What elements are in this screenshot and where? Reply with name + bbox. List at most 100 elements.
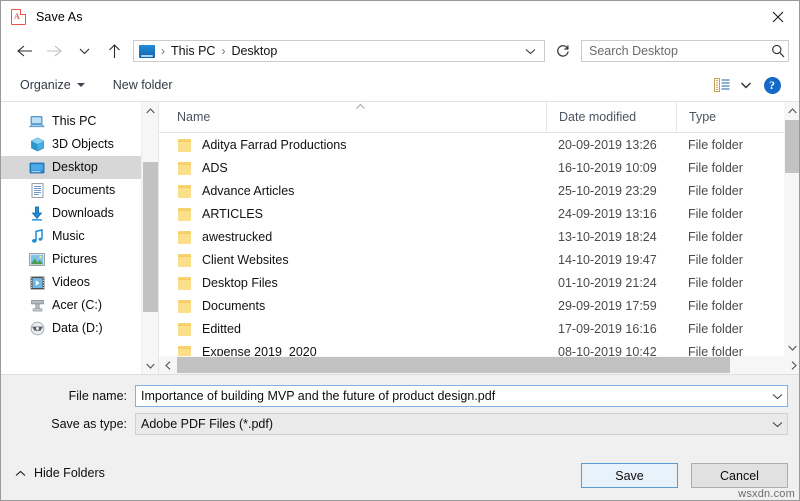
file-name: ADS bbox=[202, 160, 228, 175]
row-name-cell: ARTICLES bbox=[159, 207, 546, 221]
sidebar-item-downloads[interactable]: Downloads bbox=[1, 202, 141, 225]
close-icon[interactable] bbox=[755, 1, 799, 32]
pdf-file-icon: A bbox=[11, 9, 27, 25]
new-folder-button[interactable]: New folder bbox=[106, 74, 180, 96]
file-date-modified: 25-10-2019 23:29 bbox=[558, 183, 657, 198]
folder-icon bbox=[177, 276, 193, 290]
address-bar[interactable]: › This PC › Desktop bbox=[133, 40, 545, 62]
back-arrow-icon[interactable] bbox=[9, 36, 39, 66]
table-row[interactable]: Advance Articles 25-10-2019 23:29 File f… bbox=[159, 179, 799, 202]
sidebar-item-label: Acer (C:) bbox=[52, 298, 102, 313]
breadcrumb-this-pc[interactable]: This PC bbox=[171, 44, 215, 58]
row-name-cell: Advance Articles bbox=[159, 184, 546, 198]
scroll-down-icon[interactable] bbox=[784, 339, 799, 356]
sidebar-item-documents[interactable]: Documents bbox=[1, 179, 141, 202]
scroll-up-icon[interactable] bbox=[142, 102, 158, 119]
refresh-icon[interactable] bbox=[551, 39, 575, 63]
save-as-type-chevron-down-icon[interactable] bbox=[767, 421, 787, 428]
address-chevron-down-icon[interactable] bbox=[525, 44, 536, 58]
table-row[interactable]: awestrucked 13-10-2019 18:24 File folder bbox=[159, 225, 799, 248]
file-type: File folder bbox=[688, 137, 743, 152]
file-name: Desktop Files bbox=[202, 275, 278, 290]
row-name-cell: ADS bbox=[159, 161, 546, 175]
save-as-type-row: Save as type: Adobe PDF Files (*.pdf) bbox=[1, 413, 799, 435]
sidebar-item-videos[interactable]: Videos bbox=[1, 271, 141, 294]
sidebar-item-pictures[interactable]: Pictures bbox=[1, 248, 141, 271]
organize-button[interactable]: Organize bbox=[13, 74, 92, 96]
file-type: File folder bbox=[688, 275, 743, 290]
sidebar-item-acer-c[interactable]: Acer (C:) bbox=[1, 294, 141, 317]
dialog-footer: Hide Folders Save Cancel wsxdn.com bbox=[1, 452, 799, 500]
save-as-type-combobox[interactable]: Adobe PDF Files (*.pdf) bbox=[135, 413, 788, 435]
sidebar-scrollbar-thumb[interactable] bbox=[143, 162, 158, 312]
sort-ascending-icon bbox=[355, 103, 366, 112]
file-list-scrollbar-thumb[interactable] bbox=[785, 120, 799, 173]
table-row[interactable]: Documents 29-09-2019 17:59 File folder bbox=[159, 294, 799, 317]
table-row[interactable]: ADS 16-10-2019 10:09 File folder bbox=[159, 156, 799, 179]
sidebar-item-label: Desktop bbox=[52, 160, 98, 175]
title-bar: A Save As bbox=[1, 1, 799, 33]
view-chevron-down-icon[interactable] bbox=[735, 74, 757, 96]
scroll-right-icon[interactable] bbox=[785, 356, 799, 374]
sidebar-item-this-pc[interactable]: This PC bbox=[1, 110, 141, 133]
column-headers: Name Date modified Type bbox=[159, 102, 799, 133]
help-icon[interactable]: ? bbox=[757, 74, 787, 96]
sidebar-item-label: Data (D:) bbox=[52, 321, 103, 336]
table-row[interactable]: Client Websites 14-10-2019 19:47 File fo… bbox=[159, 248, 799, 271]
folder-icon bbox=[177, 322, 193, 336]
view-layout-icon[interactable] bbox=[709, 74, 735, 96]
recent-locations-chevron-icon[interactable] bbox=[69, 36, 99, 66]
this-pc-icon bbox=[139, 44, 155, 58]
table-row[interactable]: Editted 17-09-2019 16:16 File folder bbox=[159, 317, 799, 340]
sidebar-items: This PC 3D Objects Desktop Documents Dow… bbox=[1, 102, 141, 374]
sidebar-item-data-d[interactable]: Data (D:) bbox=[1, 317, 141, 340]
cancel-button[interactable]: Cancel bbox=[691, 463, 788, 488]
column-header-name[interactable]: Name bbox=[159, 102, 546, 132]
scroll-down-icon[interactable] bbox=[142, 357, 158, 374]
breadcrumb-separator-0: › bbox=[161, 44, 165, 58]
row-name-cell: Client Websites bbox=[159, 253, 546, 267]
chevron-up-icon bbox=[15, 466, 26, 480]
scroll-left-icon[interactable] bbox=[159, 356, 176, 374]
file-type: File folder bbox=[688, 229, 743, 244]
scroll-up-icon[interactable] bbox=[784, 102, 799, 119]
table-row[interactable]: ARTICLES 24-09-2019 13:16 File folder bbox=[159, 202, 799, 225]
horizontal-scrollbar-thumb[interactable] bbox=[177, 357, 730, 373]
navigation-pane: This PC 3D Objects Desktop Documents Dow… bbox=[1, 102, 158, 374]
sidebar-item-3d-objects[interactable]: 3D Objects bbox=[1, 133, 141, 156]
file-date-modified: 24-09-2019 13:16 bbox=[558, 206, 657, 221]
column-header-type[interactable]: Type bbox=[676, 102, 784, 132]
file-name-input[interactable] bbox=[136, 388, 767, 404]
file-name: Client Websites bbox=[202, 252, 289, 267]
new-folder-label: New folder bbox=[112, 78, 173, 92]
up-arrow-icon[interactable] bbox=[99, 36, 129, 66]
breadcrumb-desktop[interactable]: Desktop bbox=[231, 44, 277, 58]
sidebar-item-label: 3D Objects bbox=[52, 137, 114, 152]
row-name-cell: Aditya Farrad Productions bbox=[159, 138, 546, 152]
sidebar-item-label: This PC bbox=[52, 114, 97, 129]
hide-folders-button[interactable]: Hide Folders bbox=[15, 466, 105, 480]
search-input[interactable] bbox=[582, 44, 768, 58]
file-type: File folder bbox=[688, 252, 743, 267]
breadcrumb-separator-1: › bbox=[221, 44, 226, 58]
table-row[interactable]: Aditya Farrad Productions 20-09-2019 13:… bbox=[159, 133, 799, 156]
music-icon bbox=[29, 229, 45, 245]
search-box[interactable] bbox=[581, 40, 789, 62]
file-list-horizontal-scrollbar[interactable] bbox=[159, 356, 799, 374]
search-icon[interactable] bbox=[768, 44, 788, 58]
column-header-name-label: Name bbox=[177, 110, 211, 124]
save-as-dialog: A Save As › This PC › Desktop Search Des… bbox=[0, 0, 800, 501]
file-name-chevron-down-icon[interactable] bbox=[767, 393, 787, 400]
file-date-modified: 29-09-2019 17:59 bbox=[558, 298, 657, 313]
file-date-modified: 14-10-2019 19:47 bbox=[558, 252, 657, 267]
file-name-combobox[interactable] bbox=[135, 385, 788, 407]
sidebar-scrollbar[interactable] bbox=[141, 102, 158, 374]
save-button[interactable]: Save bbox=[581, 463, 678, 488]
sidebar-item-music[interactable]: Music bbox=[1, 225, 141, 248]
column-header-date-modified[interactable]: Date modified bbox=[546, 102, 676, 132]
sidebar-item-desktop[interactable]: Desktop bbox=[1, 156, 141, 179]
help-glyph: ? bbox=[763, 76, 781, 94]
file-list-scrollbar[interactable] bbox=[784, 102, 799, 356]
table-row[interactable]: Expense 2019_2020 08-10-2019 10:42 File … bbox=[159, 340, 799, 357]
table-row[interactable]: Desktop Files 01-10-2019 21:24 File fold… bbox=[159, 271, 799, 294]
